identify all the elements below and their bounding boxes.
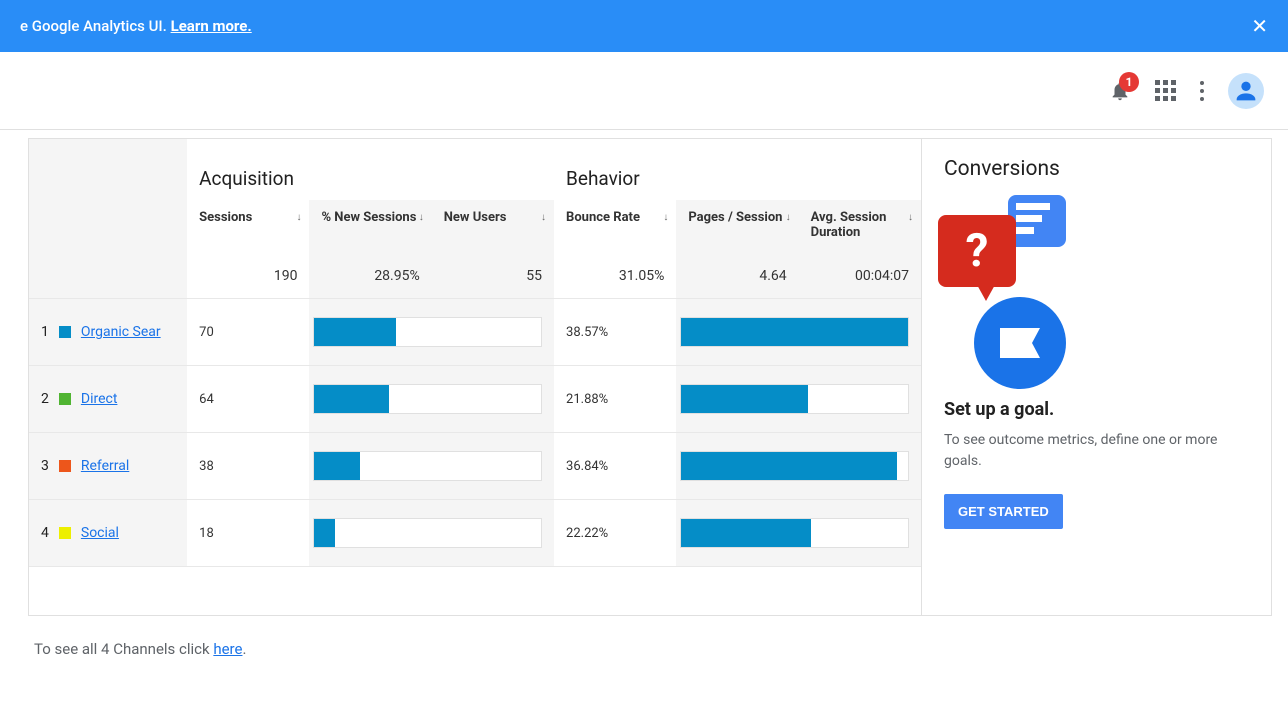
behavior-bar (676, 299, 921, 366)
sort-icon: ↓ (541, 212, 546, 223)
channel-link[interactable]: Organic Sear (81, 324, 161, 340)
get-started-button[interactable]: GET STARTED (944, 494, 1063, 529)
bounce-value: 22.22% (554, 500, 676, 567)
top-toolbar: 1 (0, 52, 1288, 130)
banner-text: e Google Analytics UI. Learn more. (20, 17, 252, 35)
acquisition-bar (309, 500, 554, 567)
top-banner: e Google Analytics UI. Learn more. ✕ (0, 0, 1288, 52)
sort-icon: ↓ (419, 212, 424, 223)
conversions-title: Conversions (944, 157, 1249, 181)
col-new-users[interactable]: New Users↓ (432, 200, 554, 254)
sort-icon: ↓ (786, 212, 791, 223)
bounce-value: 38.57% (554, 299, 676, 366)
more-button[interactable] (1200, 81, 1204, 101)
group-acquisition: Acquisition (187, 139, 554, 200)
row-index: 2 (41, 391, 49, 407)
channels-table: Acquisition Behavior Sessions↓ % New Ses… (29, 139, 921, 567)
sessions-value: 70 (187, 299, 309, 366)
acquisition-bar (309, 366, 554, 433)
col-sessions[interactable]: Sessions↓ (187, 200, 309, 254)
table-row: 2 Direct 64 21.88% (29, 366, 921, 433)
row-index: 3 (41, 458, 49, 474)
col-pages-session[interactable]: Pages / Session↓ (676, 200, 798, 254)
behavior-bar (676, 500, 921, 567)
col-avg-duration[interactable]: Avg. Session Duration↓ (799, 200, 921, 254)
behavior-bar (676, 366, 921, 433)
table-row: 4 Social 18 22.22% (29, 500, 921, 567)
footer-here-link[interactable]: here (213, 640, 242, 658)
behavior-bar (676, 433, 921, 500)
channel-color-icon (59, 393, 71, 405)
col-bounce[interactable]: Bounce Rate↓ (554, 200, 676, 254)
channel-link[interactable]: Referral (81, 458, 129, 474)
sort-descending-icon: ↓ (296, 212, 301, 223)
sessions-value: 18 (187, 500, 309, 567)
table-row: 1 Organic Sear 70 38.57% (29, 299, 921, 366)
close-icon[interactable]: ✕ (1251, 14, 1268, 38)
channel-link[interactable]: Direct (81, 391, 118, 407)
notification-badge: 1 (1119, 72, 1139, 92)
channel-link[interactable]: Social (81, 525, 119, 541)
bounce-value: 21.88% (554, 366, 676, 433)
sort-icon: ↓ (908, 212, 913, 223)
account-avatar[interactable] (1228, 73, 1264, 109)
conversions-illustration: ? (938, 191, 1088, 381)
more-vertical-icon (1200, 81, 1204, 101)
channel-color-icon (59, 527, 71, 539)
channels-table-card: Acquisition Behavior Sessions↓ % New Ses… (28, 138, 922, 616)
person-icon (1232, 77, 1260, 105)
row-index: 4 (41, 525, 49, 541)
apps-button[interactable] (1155, 80, 1176, 101)
channel-color-icon (59, 326, 71, 338)
banner-learn-more-link[interactable]: Learn more. (171, 17, 252, 35)
conversions-panel: Conversions ? Set up a goal. To see outc… (922, 138, 1272, 616)
blank-corner (29, 139, 187, 200)
footer-note: To see all 4 Channels click here. (34, 640, 1288, 658)
acquisition-bar (309, 299, 554, 366)
row-index: 1 (41, 324, 49, 340)
col-channel (29, 200, 187, 254)
totals-row: 190 28.95% 55 31.05% 4.64 00:04:07 (29, 254, 921, 299)
group-behavior: Behavior (554, 139, 921, 200)
notifications-button[interactable]: 1 (1109, 80, 1131, 102)
table-row: 3 Referral 38 36.84% (29, 433, 921, 500)
col-pct-new[interactable]: % New Sessions↓ (309, 200, 431, 254)
bounce-value: 36.84% (554, 433, 676, 500)
sort-icon: ↓ (663, 212, 668, 223)
conversions-heading: Set up a goal. (944, 399, 1249, 420)
sessions-value: 38 (187, 433, 309, 500)
channel-color-icon (59, 460, 71, 472)
conversions-text: To see outcome metrics, define one or mo… (944, 430, 1249, 472)
apps-grid-icon (1155, 80, 1176, 101)
sessions-value: 64 (187, 366, 309, 433)
acquisition-bar (309, 433, 554, 500)
